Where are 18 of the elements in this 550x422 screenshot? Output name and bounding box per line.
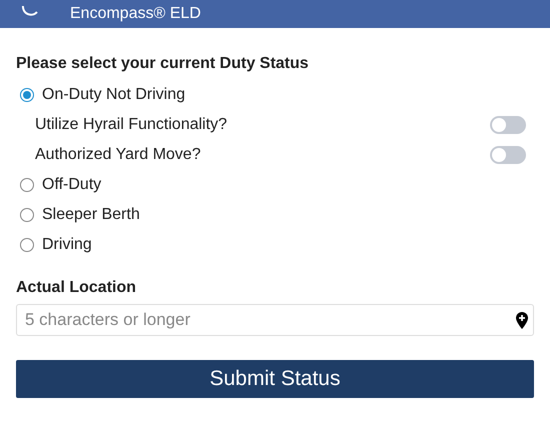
radio-label[interactable]: Sleeper Berth bbox=[42, 203, 140, 227]
radio-label[interactable]: Driving bbox=[42, 233, 92, 257]
field-label: Actual Location bbox=[16, 278, 138, 298]
add-location-icon[interactable] bbox=[516, 312, 528, 329]
submit-button[interactable]: Submit Status bbox=[16, 360, 534, 398]
toggle-switch[interactable] bbox=[490, 146, 526, 164]
toggle-label: Authorized Yard Move? bbox=[35, 145, 201, 165]
radio-button[interactable] bbox=[20, 208, 34, 222]
section-heading: Please select your current Duty Status bbox=[16, 54, 310, 74]
location-field[interactable]: 5 characters or longer bbox=[16, 304, 534, 336]
radio-label[interactable]: Off-Duty bbox=[42, 173, 102, 197]
radio-button[interactable] bbox=[20, 88, 34, 102]
radio-button[interactable] bbox=[20, 178, 34, 192]
radio-button[interactable] bbox=[20, 238, 34, 252]
radio-label[interactable]: On-Duty Not Driving bbox=[42, 83, 186, 107]
app-title: Encompass® ELD bbox=[70, 4, 201, 24]
toggle-switch[interactable] bbox=[490, 116, 526, 134]
toggle-label: Utilize Hyrail Functionality? bbox=[35, 115, 228, 135]
